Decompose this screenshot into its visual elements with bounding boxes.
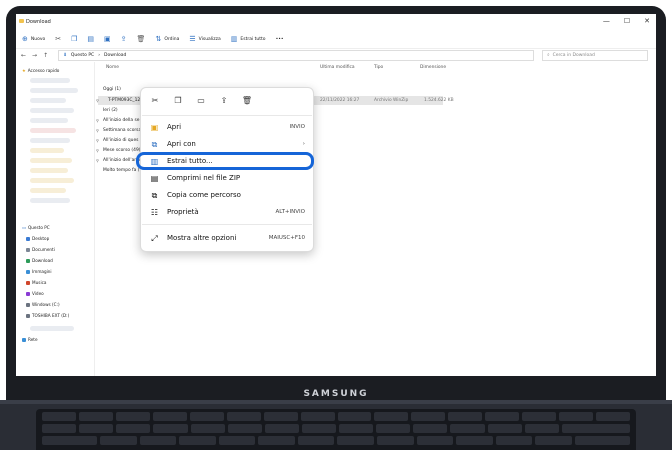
sidebar-item-video[interactable]: Video <box>26 291 44 296</box>
brand-logo: SAMSUNG <box>303 389 369 399</box>
laptop-lid: Download — ☐ ✕ ⊕ Nuovo ✂ ❐ ▤ ▣ ⇪ 🗑 ⇅ Ordin… <box>0 0 672 410</box>
sidebar-item-images[interactable]: Immagini <box>26 269 52 274</box>
close-button[interactable]: ✕ <box>644 17 650 25</box>
maximize-button[interactable]: ☐ <box>624 17 630 25</box>
share-icon[interactable]: ⇪ <box>218 96 230 105</box>
search-input[interactable]: ⌕ Cerca in Download <box>542 49 649 61</box>
rename-icon[interactable]: ▣ <box>104 35 111 43</box>
group-earlier-month[interactable]: All'inizio di ques <box>103 138 138 143</box>
window-title: Download <box>26 19 51 25</box>
sort-button[interactable]: ⇅ Ordina <box>155 35 179 43</box>
cut-icon[interactable]: ✂ <box>55 35 61 43</box>
pin-icon: ⚲ <box>96 128 99 133</box>
download-icon: ⬇ <box>63 52 67 58</box>
back-arrow-icon[interactable]: ← <box>21 52 26 59</box>
properties-icon: ☷ <box>150 207 159 217</box>
sidebar-item-documents[interactable]: Documenti <box>26 247 55 252</box>
computer-icon: ▭ <box>22 225 26 230</box>
keyboard <box>36 409 636 450</box>
search-icon: ⌕ <box>547 53 550 58</box>
sidebar-item-music[interactable]: Musica <box>26 280 46 285</box>
path-field[interactable]: ⬇ Questo PC › Download <box>58 49 535 61</box>
command-bar: ⊕ Nuovo ✂ ❐ ▤ ▣ ⇪ 🗑 ⇅ Ordina ☰ Visualizza ▥… <box>16 30 656 49</box>
title-bar: Download — ☐ ✕ <box>16 14 656 30</box>
this-pc[interactable]: ▭ Questo PC <box>22 225 50 230</box>
open-with-icon: ⧉ <box>151 139 158 149</box>
view-icon: ☰ <box>189 35 196 43</box>
copy-icon[interactable]: ❐ <box>71 35 77 43</box>
menu-item-open[interactable]: ▣ Apri INVIO <box>141 119 313 135</box>
extract-icon: ▥ <box>230 35 238 43</box>
sidebar-item-download[interactable]: Download <box>26 258 53 263</box>
sidebar-item-windows-c[interactable]: Windows (C:) <box>26 302 60 307</box>
pin-icon: ⚲ <box>96 158 99 163</box>
quick-access[interactable]: ★ Accesso rapido <box>22 68 59 73</box>
delete-icon[interactable]: 🗑 <box>241 96 253 105</box>
group-last-week[interactable]: Settimana scorsa <box>103 128 141 133</box>
pin-icon: ⚲ <box>96 118 99 123</box>
group-last-month[interactable]: Mese scorso (49) <box>103 148 140 153</box>
share-icon[interactable]: ⇪ <box>121 35 127 43</box>
column-name[interactable]: Nome <box>106 65 119 70</box>
address-bar: ← → ↑ ⬇ Questo PC › Download ⌕ Cerca in … <box>16 48 656 62</box>
zip-icon: ▤ <box>150 173 159 183</box>
path-root[interactable]: Questo PC <box>71 53 94 58</box>
group-earlier-week[interactable]: All'inizio della se <box>103 118 139 123</box>
column-modified[interactable]: Ultima modifica <box>320 65 355 70</box>
pin-icon: ⚲ <box>96 148 99 153</box>
copy-path-icon: ⧉ <box>151 190 158 200</box>
path-current[interactable]: Download <box>104 53 126 58</box>
menu-item-compress-zip[interactable]: ▤ Comprimi nel file ZIP <box>141 170 313 186</box>
view-button[interactable]: ☰ Visualizza <box>189 35 220 43</box>
folder-icon <box>19 19 24 23</box>
menu-item-copy-path[interactable]: ⧉ Copia come percorso <box>141 187 313 203</box>
up-arrow-icon[interactable]: ↑ <box>43 52 48 59</box>
file-date: 22/11/2022 16:27 <box>320 98 360 103</box>
delete-icon[interactable]: 🗑 <box>137 35 146 43</box>
file-size: 1.524.622 KB <box>424 98 454 103</box>
sort-icon: ⇅ <box>155 35 162 43</box>
group-yesterday[interactable]: Ieri (2) <box>103 108 118 113</box>
more-button[interactable]: ••• <box>276 37 284 42</box>
menu-item-properties[interactable]: ☷ Proprietà ALT+INVIO <box>141 204 313 220</box>
paste-icon[interactable]: ▤ <box>87 35 94 43</box>
menu-item-more-options[interactable]: ⤢ Mostra altre opzioni MAIUSC+F10 <box>141 230 313 246</box>
extract-all-button[interactable]: ▥ Estrai tutto <box>231 35 266 43</box>
network[interactable]: Rete <box>22 337 38 342</box>
chevron-right-icon: › <box>98 52 100 58</box>
rename-icon[interactable]: ▭ <box>195 96 207 105</box>
forward-arrow-icon[interactable]: → <box>32 52 37 59</box>
cut-icon[interactable]: ✂ <box>149 96 161 105</box>
new-button[interactable]: ⊕ Nuovo <box>22 35 45 43</box>
group-earlier-year[interactable]: All'inizio dell'ann <box>103 158 140 163</box>
minimize-button[interactable]: — <box>603 17 610 25</box>
sidebar-item-desktop[interactable]: Desktop <box>26 236 49 241</box>
pin-icon: ⚲ <box>96 138 99 143</box>
column-size[interactable]: Dimensione <box>420 65 446 70</box>
open-icon: ▣ <box>150 122 159 132</box>
more-options-icon: ⤢ <box>151 233 158 243</box>
column-type[interactable]: Tipo <box>374 65 383 70</box>
screen: Download — ☐ ✕ ⊕ Nuovo ✂ ❐ ▤ ▣ ⇪ 🗑 ⇅ Ordin… <box>16 14 656 376</box>
menu-item-open-with[interactable]: ⧉ Apri con › <box>141 136 313 152</box>
group-today[interactable]: Oggi (1) <box>103 87 121 92</box>
group-long-ago[interactable]: Molto tempo fa (7 <box>103 168 142 173</box>
highlight-outline <box>136 152 314 170</box>
navigation-pane: ★ Accesso rapido ▭ Questo PC Desktop Docum… <box>16 62 95 376</box>
file-type: Archivio WinZip <box>374 98 409 103</box>
sidebar-item-toshiba-d[interactable]: TOSHIBA EXT (D:) <box>26 313 69 318</box>
copy-icon[interactable]: ❐ <box>172 96 184 105</box>
plus-icon: ⊕ <box>22 35 28 43</box>
chevron-right-icon: › <box>302 141 305 147</box>
pin-icon: ⚲ <box>96 98 99 103</box>
star-icon: ★ <box>22 68 26 73</box>
